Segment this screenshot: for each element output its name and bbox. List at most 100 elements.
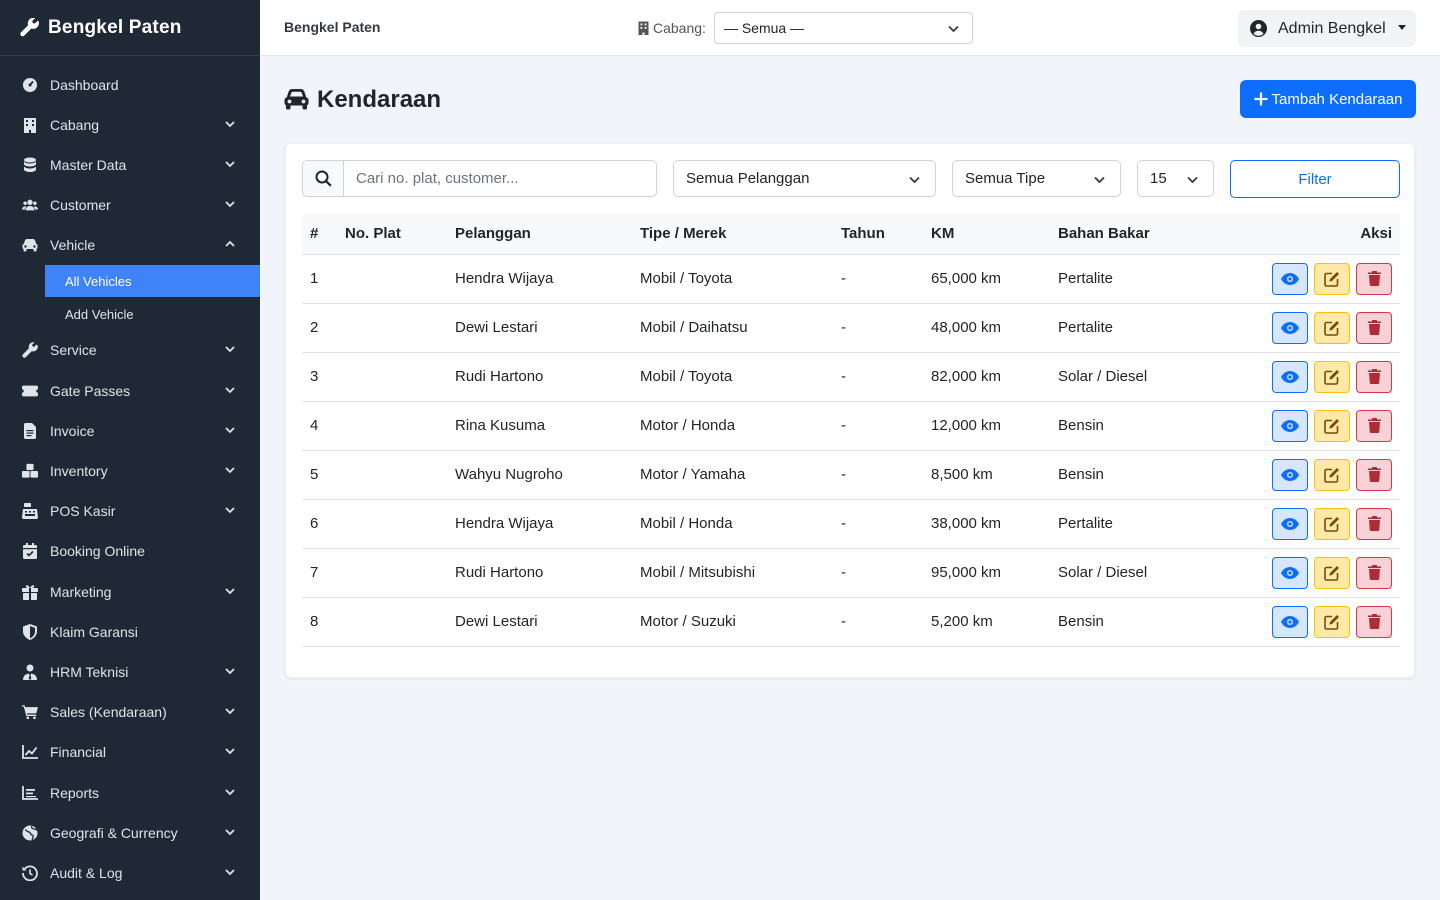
cell-tipe: Mobil / Mitsubishi bbox=[632, 548, 833, 598]
add-vehicle-button[interactable]: Tambah Kendaraan bbox=[1240, 80, 1416, 118]
sidebar-item-inventory[interactable]: Inventory bbox=[0, 451, 260, 491]
sidebar-item-hrm-teknisi[interactable]: HRM Teknisi bbox=[0, 652, 260, 692]
edit-button[interactable] bbox=[1314, 507, 1350, 540]
edit-button[interactable] bbox=[1314, 409, 1350, 442]
delete-button[interactable] bbox=[1356, 360, 1392, 393]
column-header-bahan-bakar[interactable]: Bahan Bakar bbox=[1050, 214, 1220, 255]
table-row: 2 Dewi Lestari Mobil / Daihatsu - 48,000… bbox=[302, 303, 1400, 353]
view-button[interactable] bbox=[1272, 311, 1308, 344]
sidebar-item-cabang[interactable]: Cabang bbox=[0, 105, 260, 145]
chevron-down-icon bbox=[1094, 176, 1105, 184]
chevron-down-icon bbox=[225, 789, 235, 796]
sidebar-subitem-all-vehicles[interactable]: All Vehicles bbox=[45, 265, 260, 297]
chevron-down-icon bbox=[225, 668, 235, 675]
customer-filter-select[interactable]: Semua Pelanggan bbox=[673, 160, 936, 197]
table-header-row: # No. Plat Pelanggan Tipe / Merek Tahun … bbox=[302, 214, 1400, 255]
sidebar-item-customer[interactable]: Customer bbox=[0, 185, 260, 225]
cell-pelanggan: Wahyu Nugroho bbox=[447, 450, 632, 500]
view-button[interactable] bbox=[1272, 262, 1308, 295]
branch-select[interactable]: — Semua — bbox=[713, 12, 973, 44]
delete-button[interactable] bbox=[1356, 556, 1392, 589]
cell-tipe: Motor / Honda bbox=[632, 401, 833, 451]
view-button[interactable] bbox=[1272, 507, 1308, 540]
plus-icon bbox=[1254, 92, 1268, 106]
edit-button[interactable] bbox=[1314, 605, 1350, 638]
sidebar-item-gate-passes[interactable]: Gate Passes bbox=[0, 371, 260, 411]
view-button[interactable] bbox=[1272, 360, 1308, 393]
edit-button[interactable] bbox=[1314, 556, 1350, 589]
shield-icon bbox=[22, 624, 38, 640]
topbar-brand[interactable]: Bengkel Paten bbox=[284, 19, 380, 35]
column-header-no[interactable]: # bbox=[302, 214, 337, 255]
sidebar-item-financial[interactable]: Financial bbox=[0, 732, 260, 772]
cell-no: 8 bbox=[302, 597, 337, 647]
delete-button[interactable] bbox=[1356, 262, 1392, 295]
view-button[interactable] bbox=[1272, 409, 1308, 442]
sidebar-item-vehicle[interactable]: Vehicle bbox=[0, 225, 260, 265]
column-header-tipe[interactable]: Tipe / Merek bbox=[632, 214, 833, 255]
vehicles-table: # No. Plat Pelanggan Tipe / Merek Tahun … bbox=[302, 214, 1400, 647]
sidebar-item-klaim-garansi[interactable]: Klaim Garansi bbox=[0, 612, 260, 652]
sidebar-item-marketing[interactable]: Marketing bbox=[0, 572, 260, 612]
search-button[interactable] bbox=[303, 161, 344, 196]
sidebar-item-reports[interactable]: Reports bbox=[0, 773, 260, 813]
filter-button[interactable]: Filter bbox=[1230, 160, 1400, 198]
column-header-plat[interactable]: No. Plat bbox=[337, 214, 447, 255]
sidebar-item-geografi-currency[interactable]: Geografi & Currency bbox=[0, 813, 260, 853]
chevron-down-icon bbox=[225, 829, 235, 836]
car-icon bbox=[284, 88, 309, 113]
edit-icon bbox=[1324, 418, 1339, 434]
cell-plat bbox=[337, 303, 447, 353]
edit-button[interactable] bbox=[1314, 360, 1350, 393]
wrench-icon bbox=[20, 17, 40, 38]
edit-button[interactable] bbox=[1314, 458, 1350, 491]
view-button[interactable] bbox=[1272, 605, 1308, 638]
sidebar-item-master-data[interactable]: Master Data bbox=[0, 145, 260, 185]
delete-button[interactable] bbox=[1356, 507, 1392, 540]
sidebar-subitem-add-vehicle[interactable]: Add Vehicle bbox=[45, 298, 260, 330]
delete-button[interactable] bbox=[1356, 409, 1392, 442]
trash-icon bbox=[1367, 418, 1381, 433]
type-filter-select[interactable]: Semua Tipe bbox=[952, 160, 1121, 197]
table-row: 3 Rudi Hartono Mobil / Toyota - 82,000 k… bbox=[302, 352, 1400, 402]
view-button[interactable] bbox=[1272, 556, 1308, 589]
branch-label: Cabang: bbox=[653, 20, 706, 36]
search-input[interactable] bbox=[344, 161, 656, 196]
delete-button[interactable] bbox=[1356, 605, 1392, 638]
column-header-pelanggan[interactable]: Pelanggan bbox=[447, 214, 632, 255]
cell-km: 65,000 km bbox=[923, 254, 1050, 304]
edit-button[interactable] bbox=[1314, 262, 1350, 295]
sidebar-brand[interactable]: Bengkel Paten bbox=[0, 0, 260, 56]
delete-button[interactable] bbox=[1356, 458, 1392, 491]
cell-tahun: - bbox=[833, 401, 923, 451]
cell-tipe: Motor / Suzuki bbox=[632, 597, 833, 647]
column-header-km[interactable]: KM bbox=[923, 214, 1050, 255]
cell-bahan-bakar: Solar / Diesel bbox=[1050, 352, 1220, 402]
chevron-down-icon bbox=[225, 708, 235, 715]
sidebar-item-service[interactable]: Service bbox=[0, 330, 260, 370]
line-chart-icon bbox=[22, 744, 38, 760]
edit-button[interactable] bbox=[1314, 311, 1350, 344]
chevron-down-icon bbox=[225, 588, 235, 595]
user-menu-button[interactable]: Admin Bengkel bbox=[1238, 10, 1416, 47]
sidebar-item-booking-online[interactable]: Booking Online bbox=[0, 531, 260, 571]
cell-pelanggan: Rudi Hartono bbox=[447, 548, 632, 598]
view-button[interactable] bbox=[1272, 458, 1308, 491]
sidebar-item-label: Reports bbox=[50, 785, 100, 801]
column-header-tahun[interactable]: Tahun bbox=[833, 214, 923, 255]
sidebar-item-sales-kendaraan[interactable]: Sales (Kendaraan) bbox=[0, 692, 260, 732]
cell-km: 95,000 km bbox=[923, 548, 1050, 598]
cell-tahun: - bbox=[833, 254, 923, 304]
chevron-down-icon bbox=[225, 427, 235, 434]
cell-bahan-bakar: Bensin bbox=[1050, 450, 1220, 500]
cell-actions bbox=[1220, 597, 1400, 647]
sidebar-item-dashboard[interactable]: Dashboard bbox=[0, 65, 260, 105]
sidebar-item-invoice[interactable]: Invoice bbox=[0, 411, 260, 451]
edit-icon bbox=[1324, 467, 1339, 483]
sidebar-item-label: Financial bbox=[50, 744, 107, 760]
per-page-select[interactable]: 15 bbox=[1137, 160, 1214, 197]
eye-icon bbox=[1281, 468, 1299, 481]
delete-button[interactable] bbox=[1356, 311, 1392, 344]
sidebar-item-pos-kasir[interactable]: POS Kasir bbox=[0, 491, 260, 531]
sidebar-item-audit-log[interactable]: Audit & Log bbox=[0, 853, 260, 893]
